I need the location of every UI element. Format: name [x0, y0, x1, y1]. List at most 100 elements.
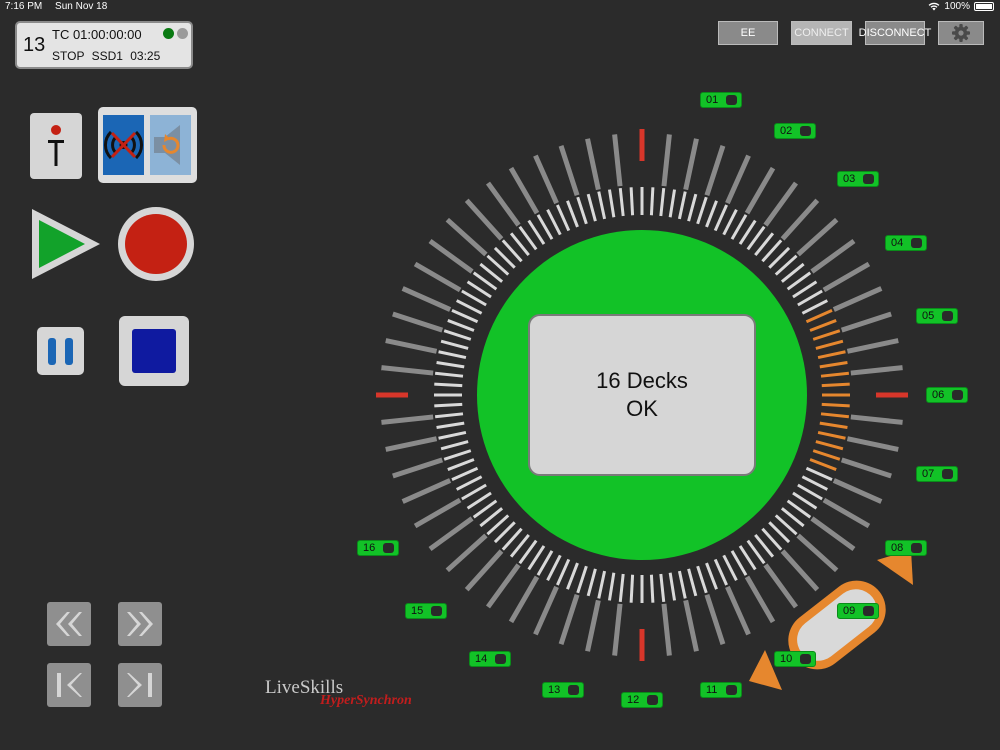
- deck-05-label[interactable]: 05: [916, 308, 958, 324]
- deck-09-label[interactable]: 09: [837, 603, 879, 619]
- dial-tick: [822, 497, 871, 529]
- dial-fine-tick: [649, 574, 655, 603]
- dial-fine-tick: [451, 309, 479, 324]
- dial-fine-tick: [618, 573, 625, 603]
- dial-tick: [846, 436, 899, 452]
- dial-fine-tick: [696, 196, 708, 225]
- deck-12-label[interactable]: 12: [621, 692, 663, 708]
- dial-fine-tick: [687, 193, 698, 222]
- deck-indicator: [726, 95, 737, 105]
- deck-number: 06: [932, 389, 945, 401]
- deck-13-label[interactable]: 13: [542, 682, 584, 698]
- dial-fine-tick: [438, 350, 467, 360]
- dial-fine-tick: [629, 187, 635, 216]
- deck-07-label[interactable]: 07: [916, 466, 958, 482]
- dial-tick: [763, 563, 799, 609]
- dial-tick: [381, 365, 434, 376]
- dial-fine-tick: [820, 371, 850, 378]
- dial-tick: [612, 134, 623, 187]
- dial-tick: [558, 593, 580, 645]
- dial-fine-tick: [440, 440, 469, 451]
- dial-tick: [508, 166, 540, 215]
- dial-fine-tick: [817, 430, 846, 440]
- dial-fine-tick: [629, 574, 635, 603]
- dial-tick: [381, 414, 434, 425]
- deck-14-label[interactable]: 14: [469, 651, 511, 667]
- dial-tick: [683, 599, 699, 652]
- dial-fine-tick: [455, 299, 483, 315]
- dial-fine-tick: [812, 449, 841, 461]
- dial-fine-tick: [434, 412, 464, 419]
- dial-tick: [683, 138, 699, 191]
- dial-tick: [464, 198, 504, 241]
- deck-indicator: [952, 390, 963, 400]
- sync-dial[interactable]: [0, 0, 1000, 750]
- dial-fine-tick: [659, 573, 666, 603]
- dial-tick: [832, 478, 883, 504]
- dial-tick: [725, 585, 751, 636]
- dial-fine-tick: [618, 187, 625, 217]
- dial-fine-tick: [443, 449, 472, 461]
- dial-tick: [810, 238, 856, 274]
- deck-15-label[interactable]: 15: [405, 603, 447, 619]
- dial-fine-tick: [434, 371, 464, 378]
- deck-indicator: [863, 174, 874, 184]
- dial-fine-tick: [566, 562, 579, 590]
- dial-tick: [485, 181, 521, 227]
- deck-11-label[interactable]: 11: [700, 682, 742, 698]
- deck-16-label[interactable]: 16: [357, 540, 399, 556]
- deck-indicator: [911, 543, 922, 553]
- deck-indicator: [911, 238, 922, 248]
- deck-number: 15: [411, 605, 424, 617]
- dial-fine-tick: [677, 570, 687, 599]
- deck-indicator: [800, 126, 811, 136]
- deck-indicator: [647, 695, 658, 705]
- status-display: 16 Decks OK: [528, 314, 756, 476]
- dial-tick: [850, 365, 903, 376]
- deck-number: 16: [363, 542, 376, 554]
- deck-indicator: [726, 685, 737, 695]
- dial-tick: [413, 261, 462, 293]
- deck-number: 13: [548, 684, 561, 696]
- dial-tick: [704, 593, 726, 645]
- deck-03-label[interactable]: 03: [837, 171, 879, 187]
- dial-fine-tick: [447, 319, 475, 332]
- dial-fine-tick: [809, 458, 837, 471]
- deck-02-label[interactable]: 02: [774, 123, 816, 139]
- deck-04-label[interactable]: 04: [885, 235, 927, 251]
- dial-tick: [704, 145, 726, 197]
- dial-fine-tick: [597, 191, 607, 220]
- deck-number: 11: [706, 684, 718, 696]
- deck-indicator: [800, 654, 811, 664]
- dial-tick: [401, 478, 452, 504]
- dial-fine-tick: [812, 329, 841, 341]
- deck-06-label[interactable]: 06: [926, 387, 968, 403]
- dial-tick: [392, 457, 444, 479]
- deck-number: 08: [891, 542, 904, 554]
- dial-fine-tick: [607, 572, 616, 601]
- dial-fine-tick: [597, 570, 607, 599]
- dial-fine-tick: [805, 466, 833, 481]
- dial-tick: [744, 575, 776, 624]
- dial-fine-tick: [556, 558, 571, 586]
- dial-tick: [585, 599, 601, 652]
- deck-indicator: [383, 543, 394, 553]
- deck-10-label[interactable]: 10: [774, 651, 816, 667]
- deck-01-label[interactable]: 01: [700, 92, 742, 108]
- dial-fine-tick: [821, 402, 850, 408]
- dial-fine-tick: [436, 360, 465, 369]
- dial-fine-tick: [817, 350, 846, 360]
- deck-status-text: OK: [626, 396, 658, 421]
- deck-number: 09: [843, 605, 856, 617]
- dial-tick: [558, 145, 580, 197]
- dial-fine-tick: [586, 193, 597, 222]
- dial-tick: [810, 516, 856, 552]
- dial-fine-tick: [705, 200, 718, 228]
- dial-fine-tick: [815, 440, 844, 451]
- dial-tick: [744, 166, 776, 215]
- dial-fine-tick: [447, 458, 475, 471]
- dial-tick: [850, 414, 903, 425]
- dial-tick: [763, 181, 799, 227]
- deck-indicator: [942, 311, 953, 321]
- deck-08-label[interactable]: 08: [885, 540, 927, 556]
